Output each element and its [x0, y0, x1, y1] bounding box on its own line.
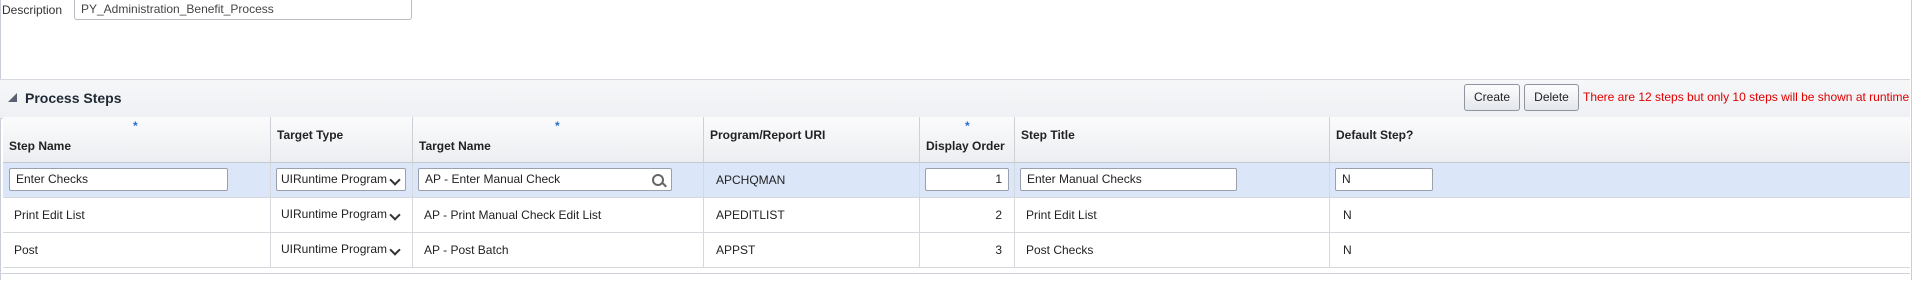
required-marker: *	[133, 119, 138, 133]
step-title: Print Edit List	[1026, 208, 1097, 222]
program-uri: APPST	[716, 243, 756, 257]
section-title: Process Steps	[25, 90, 122, 106]
program-uri: APCHQMAN	[716, 173, 786, 187]
table-bottom-border	[0, 273, 1910, 274]
display-order-input[interactable]: 1	[925, 168, 1009, 191]
target-name-input[interactable]: AP - Enter Manual Check	[418, 168, 672, 191]
table-row[interactable]: Print Edit List UIRuntime Program AP - P…	[3, 198, 1910, 233]
description-field[interactable]: PY_Administration_Benefit_Process	[74, 0, 412, 20]
description-label: Description	[2, 3, 63, 17]
column-header-step-title[interactable]: Step Title	[1015, 117, 1330, 163]
default-step-input[interactable]: N	[1335, 168, 1433, 191]
step-name: Print Edit List	[14, 208, 85, 222]
chevron-down-icon	[389, 244, 401, 256]
display-order: 3	[995, 243, 1002, 257]
target-name: AP - Post Batch	[424, 243, 509, 257]
create-button[interactable]: Create	[1464, 84, 1520, 111]
column-header-display-order[interactable]: * Display Order	[920, 117, 1015, 163]
column-header-target-type[interactable]: Target Type	[271, 117, 413, 163]
column-header-program-uri[interactable]: Program/Report URI	[704, 117, 920, 163]
step-limit-warning: There are 12 steps but only 10 steps wil…	[1583, 90, 1910, 104]
step-title-input[interactable]: Enter Manual Checks	[1020, 168, 1237, 191]
column-header-default-step[interactable]: Default Step?	[1330, 117, 1910, 163]
required-marker: *	[965, 119, 970, 133]
display-order: 2	[995, 208, 1002, 222]
collapse-triangle-icon[interactable]	[8, 93, 17, 102]
table-row[interactable]: Post UIRuntime Program AP - Post Batch A…	[3, 233, 1910, 268]
target-type-select[interactable]: UIRuntime Program	[276, 168, 406, 191]
target-name: AP - Print Manual Check Edit List	[424, 208, 602, 222]
target-type-select[interactable]: UIRuntime Program	[276, 203, 406, 226]
column-header-target-name[interactable]: * Target Name	[413, 117, 704, 163]
search-icon[interactable]	[652, 174, 664, 186]
chevron-down-icon	[389, 209, 401, 221]
step-title: Post Checks	[1026, 243, 1094, 257]
table-row[interactable]: Enter Checks UIRuntime Program AP - Ente…	[3, 163, 1910, 198]
program-uri: APEDITLIST	[716, 208, 785, 222]
delete-button[interactable]: Delete	[1524, 84, 1579, 111]
default-step: N	[1343, 208, 1352, 222]
target-type-select[interactable]: UIRuntime Program	[276, 238, 406, 261]
step-name: Post	[14, 243, 39, 257]
default-step: N	[1343, 243, 1352, 257]
process-steps-header: Process Steps Create Delete There are 12…	[0, 79, 1910, 119]
chevron-down-icon	[389, 174, 401, 186]
column-header-step-name[interactable]: * Step Name	[3, 117, 271, 163]
step-name-input[interactable]: Enter Checks	[9, 168, 228, 191]
required-marker: *	[555, 119, 560, 133]
